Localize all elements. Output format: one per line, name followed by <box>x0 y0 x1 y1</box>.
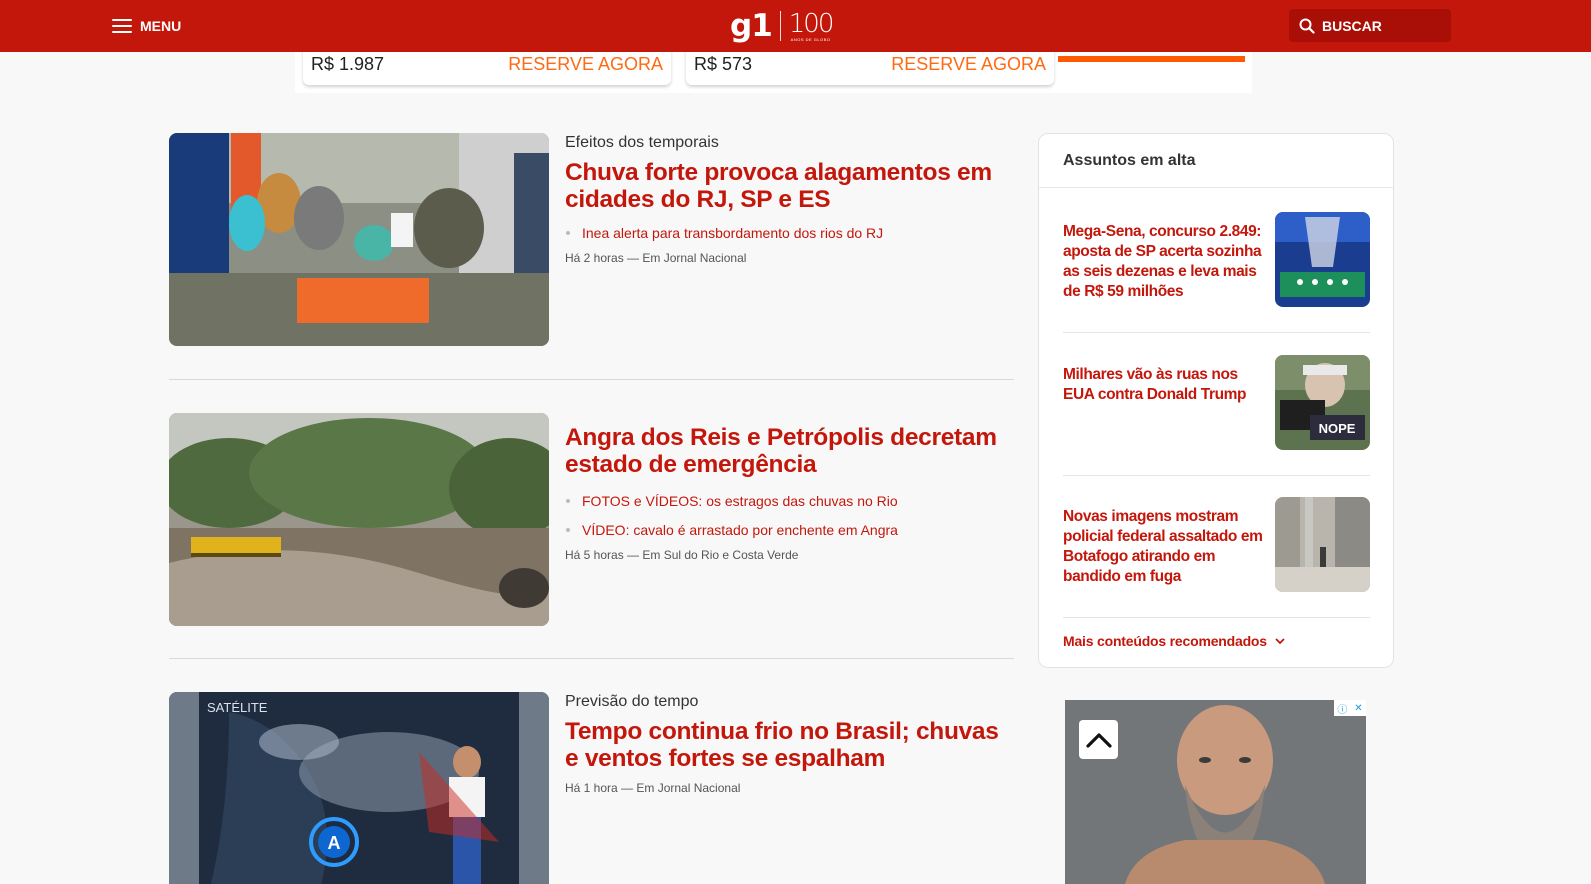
satellite-caption: SATÉLITE <box>207 700 268 715</box>
ad-offer-price: R$ 573 <box>694 54 753 74</box>
related-link[interactable]: VÍDEO: cavalo é arrastado por enchente e… <box>565 521 1014 539</box>
post-kicker: Efeitos dos temporais <box>565 134 719 151</box>
more-recommended-button[interactable]: Mais conteúdos recomendados <box>1063 633 1285 649</box>
menu-label: MENU <box>140 18 182 34</box>
post-text: Previsão do tempo Tempo continua frio no… <box>565 692 1014 795</box>
ad-choices-icon[interactable]: ⓘ ✕ <box>1334 700 1366 716</box>
logo-100-number: 100 <box>788 8 835 39</box>
related-links: FOTOS e VÍDEOS: os estragos das chuvas n… <box>565 492 1014 539</box>
search-label: BUSCAR <box>1322 17 1382 34</box>
lottery-photo <box>1275 212 1370 307</box>
trending-item-headline[interactable]: Milhares vão às ruas nos EUA contra Dona… <box>1063 365 1265 405</box>
svg-text:A: A <box>328 833 341 853</box>
protest-photo: NOPE <box>1275 355 1370 450</box>
trending-item-thumbnail[interactable] <box>1275 212 1370 307</box>
trending-panel: Assuntos em alta Mega-Sena, concurso 2.8… <box>1038 133 1394 668</box>
hamburger-icon <box>112 19 132 33</box>
post-thumbnail-weather[interactable]: A SATÉLITE <box>169 692 549 884</box>
post-meta: Há 5 horas — Em Sul do Rio e Costa Verde <box>565 548 799 563</box>
ad-info-icon: ⓘ <box>1337 704 1348 716</box>
post-headline[interactable]: Tempo continua frio no Brasil; chuvas e … <box>565 718 1014 773</box>
search-button[interactable]: BUSCAR <box>1289 9 1451 42</box>
scroll-up-button[interactable] <box>1079 720 1118 759</box>
trending-item[interactable]: Milhares vão às ruas nos EUA contra Dona… <box>1063 355 1370 451</box>
trending-divider <box>1063 617 1370 618</box>
post-text: Angra dos Reis e Petrópolis decretam est… <box>565 424 1014 563</box>
post-headline[interactable]: Chuva forte provoca alagamentos em cidad… <box>565 159 1014 214</box>
feed-divider <box>169 658 1014 659</box>
landslide-photo <box>169 413 549 626</box>
post-headline[interactable]: Angra dos Reis e Petrópolis decretam est… <box>565 424 1014 479</box>
chevron-up-icon <box>1085 732 1112 748</box>
feed-post: Efeitos dos temporais Chuva forte provoc… <box>169 133 1014 348</box>
feed-post: A SATÉLITE Previsão do tempo Tempo conti… <box>169 692 1014 884</box>
related-link[interactable]: Inea alerta para transbordamento dos rio… <box>565 224 1014 242</box>
feed-divider <box>169 379 1014 380</box>
sidebar-ad[interactable]: ⓘ ✕ <box>1065 700 1366 884</box>
trending-item-headline[interactable]: Novas imagens mostram policial federal a… <box>1063 507 1265 588</box>
post-thumbnail-angra[interactable] <box>169 413 549 626</box>
street-photo <box>1275 497 1370 592</box>
more-recommended-label: Mais conteúdos recomendados <box>1063 633 1267 649</box>
post-thumbnail-flood[interactable] <box>169 133 549 346</box>
trending-title: Assuntos em alta <box>1039 134 1393 188</box>
post-meta: Há 2 horas — Em Jornal Nacional <box>565 251 747 266</box>
related-link[interactable]: FOTOS e VÍDEOS: os estragos das chuvas n… <box>565 492 1014 510</box>
ad-orange-bar <box>1058 56 1245 62</box>
chevron-down-icon <box>1275 637 1285 644</box>
logo-100-subtitle: ANOS DE GLOBO <box>790 36 831 42</box>
logo-separator <box>779 11 781 41</box>
trending-item-headline[interactable]: Mega-Sena, concurso 2.849: aposta de SP … <box>1063 222 1265 303</box>
related-links: Inea alerta para transbordamento dos rio… <box>565 224 1014 242</box>
post-text: Efeitos dos temporais Chuva forte provoc… <box>565 133 1014 265</box>
trending-item[interactable]: Mega-Sena, concurso 2.849: aposta de SP … <box>1063 212 1370 308</box>
weather-map-photo: A SATÉLITE <box>169 692 549 884</box>
trending-divider <box>1063 332 1370 333</box>
trending-item-thumbnail[interactable]: NOPE <box>1275 355 1370 450</box>
top-header: MENU g1 100 ANOS DE GLOBO BUSCAR <box>0 0 1591 52</box>
ad-reserve-button[interactable]: RESERVE AGORA <box>508 54 663 75</box>
protest-sign-text: NOPE <box>1319 421 1356 436</box>
feed-post: Angra dos Reis e Petrópolis decretam est… <box>169 413 1014 628</box>
globo-100-logo: 100 ANOS DE GLOBO <box>788 8 835 42</box>
post-kicker: Previsão do tempo <box>565 693 699 710</box>
trending-item-thumbnail[interactable] <box>1275 497 1370 592</box>
menu-button[interactable]: MENU <box>112 15 181 37</box>
ad-offer-price: R$ 1.987 <box>311 54 385 74</box>
search-icon <box>1299 18 1315 34</box>
ad-close-icon[interactable]: ✕ <box>1354 703 1362 714</box>
g1-logo[interactable]: g1 100 ANOS DE GLOBO <box>730 8 835 44</box>
logo-g1-text: g1 <box>730 8 773 44</box>
trending-item[interactable]: Novas imagens mostram policial federal a… <box>1063 497 1370 593</box>
flood-photo <box>169 133 549 346</box>
post-meta: Há 1 hora — Em Jornal Nacional <box>565 781 741 796</box>
trending-divider <box>1063 475 1370 476</box>
ad-reserve-button[interactable]: RESERVE AGORA <box>891 54 1046 75</box>
